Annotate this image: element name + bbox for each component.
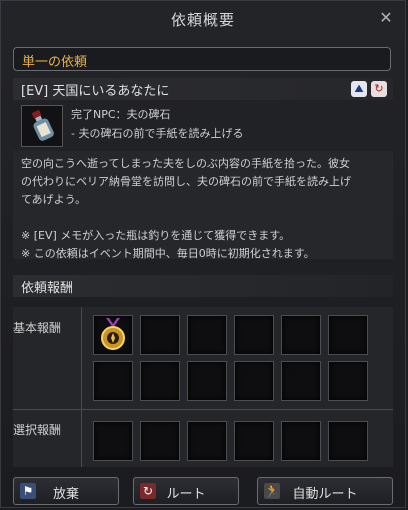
window-title: 依頼概要	[170, 11, 235, 29]
route-button[interactable]: ↻ ルート	[133, 477, 239, 505]
basic-reward-slot[interactable]	[281, 315, 321, 355]
route-icon[interactable]: ⛰	[351, 81, 367, 97]
basic-reward-slot[interactable]	[234, 361, 274, 401]
basic-reward-slot[interactable]	[93, 315, 133, 355]
close-icon[interactable]: ✕	[377, 9, 395, 27]
choice-reward-slot[interactable]	[328, 421, 368, 461]
auto-route-button[interactable]: 🏃 自動ルート	[257, 477, 393, 505]
description-line: ※ この依頼はイベント期間中、毎日0時に初期化されます。	[21, 247, 315, 260]
basic-reward-slot[interactable]	[328, 315, 368, 355]
description-line: の代わりにベリア納骨堂を訪問し、夫の碑石の前で手紙を読み上げ	[21, 175, 351, 188]
quest-category: 単一の依頼	[22, 55, 88, 70]
route-button-label: ルート	[166, 487, 206, 502]
reward-title-bar: 依頼報酬	[13, 275, 393, 297]
basic-reward-slot[interactable]	[140, 361, 180, 401]
task-line: - 夫の碑石の前で手紙を読み上げる	[71, 127, 244, 140]
choice-reward-slot[interactable]	[281, 421, 321, 461]
abandon-button-label: 放棄	[52, 487, 79, 502]
choice-reward-slot[interactable]	[187, 421, 227, 461]
quest-description: 空の向こうへ逝ってしまった夫をしのぶ内容の手紙を拾った。彼女 の代わりにベリア納…	[13, 151, 393, 260]
medal-icon	[101, 318, 125, 350]
choice-reward-label: 選択報酬	[13, 423, 62, 437]
description-line: 空の向こうへ逝ってしまった夫をしのぶ内容の手紙を拾った。彼女	[21, 157, 351, 170]
description-line: てあげよう。	[21, 193, 87, 206]
basic-reward-slot[interactable]	[93, 361, 133, 401]
basic-reward-slot[interactable]	[281, 361, 321, 401]
reward-title: 依頼報酬	[21, 281, 74, 296]
quest-category-bar: 単一の依頼	[13, 47, 391, 71]
abandon-button[interactable]: ⚑ 放棄	[13, 477, 119, 505]
choice-reward-slot[interactable]	[234, 421, 274, 461]
description-line	[21, 209, 385, 227]
bottle-item-icon	[21, 105, 63, 147]
basic-reward-slot[interactable]	[234, 315, 274, 355]
basic-reward-slot[interactable]	[187, 361, 227, 401]
quest-title: [EV] 天国にいるあなたに	[21, 84, 170, 99]
basic-reward-slot[interactable]	[328, 361, 368, 401]
npc-line: 完了NPC：夫の碑石	[71, 108, 171, 121]
quest-summary-window: 依頼概要 ✕ 単一の依頼 [EV] 天国にいるあなたに ⛰ ↻ 完了NPC：夫の…	[0, 0, 406, 508]
reward-divider-horizontal	[13, 409, 393, 410]
quest-title-bar: [EV] 天国にいるあなたに ⛰ ↻	[13, 78, 393, 100]
auto-route-icon[interactable]: ↻	[371, 81, 387, 97]
reward-divider-vertical	[81, 307, 82, 467]
basic-reward-label: 基本報酬	[13, 321, 62, 335]
choice-reward-slot[interactable]	[140, 421, 180, 461]
description-line: ※ [EV] メモが入った瓶は釣りを通じて獲得できます。	[21, 229, 291, 242]
choice-reward-slot[interactable]	[93, 421, 133, 461]
basic-reward-slot[interactable]	[140, 315, 180, 355]
reward-panel: 基本報酬 選択報酬	[13, 307, 393, 467]
auto-route-button-label: 自動ルート	[292, 487, 358, 502]
basic-reward-slot[interactable]	[187, 315, 227, 355]
